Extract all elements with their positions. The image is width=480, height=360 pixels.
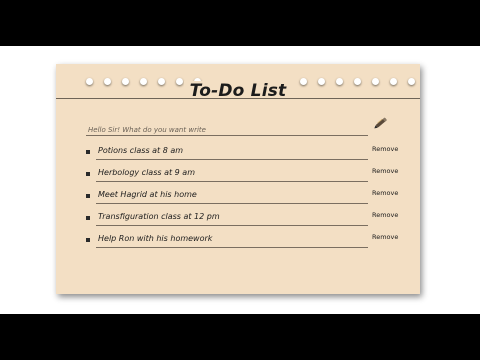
bullet-icon — [86, 172, 90, 176]
new-todo-input[interactable] — [86, 122, 372, 138]
list-item: Help Ron with his homework Remove — [86, 232, 404, 254]
binder-rings: To-Do List — [66, 76, 415, 101]
pen-icon[interactable] — [372, 112, 392, 132]
todo-text: Potions class at 8 am — [98, 146, 184, 155]
todo-card: To-Do List Potions class at 8 am Remove — [56, 64, 420, 294]
todo-text: Herbology class at 9 am — [98, 168, 195, 177]
item-underline — [96, 181, 368, 182]
remove-button[interactable]: Remove — [372, 211, 398, 219]
item-underline — [96, 247, 368, 248]
header-divider — [56, 98, 420, 99]
bullet-icon — [86, 194, 90, 198]
video-stage: To-Do List Potions class at 8 am Remove — [0, 46, 480, 314]
new-todo-field — [86, 117, 372, 138]
remove-button[interactable]: Remove — [372, 233, 398, 241]
list-item: Potions class at 8 am Remove — [86, 144, 404, 166]
list-item: Transfiguration class at 12 pm Remove — [86, 210, 404, 232]
list-item: Herbology class at 9 am Remove — [86, 166, 404, 188]
bullet-icon — [86, 216, 90, 220]
remove-button[interactable]: Remove — [372, 189, 398, 197]
item-underline — [96, 203, 368, 204]
bullet-icon — [86, 150, 90, 154]
todo-text: Transfiguration class at 12 pm — [98, 212, 220, 221]
list-item: Meet Hagrid at his home Remove — [86, 188, 404, 210]
item-underline — [96, 225, 368, 226]
remove-button[interactable]: Remove — [372, 145, 398, 153]
todo-text: Help Ron with his homework — [98, 234, 213, 243]
todo-text: Meet Hagrid at his home — [98, 190, 197, 199]
bullet-icon — [86, 238, 90, 242]
item-underline — [96, 159, 368, 160]
todo-list: Potions class at 8 am Remove Herbology c… — [86, 144, 404, 254]
remove-button[interactable]: Remove — [372, 167, 398, 175]
